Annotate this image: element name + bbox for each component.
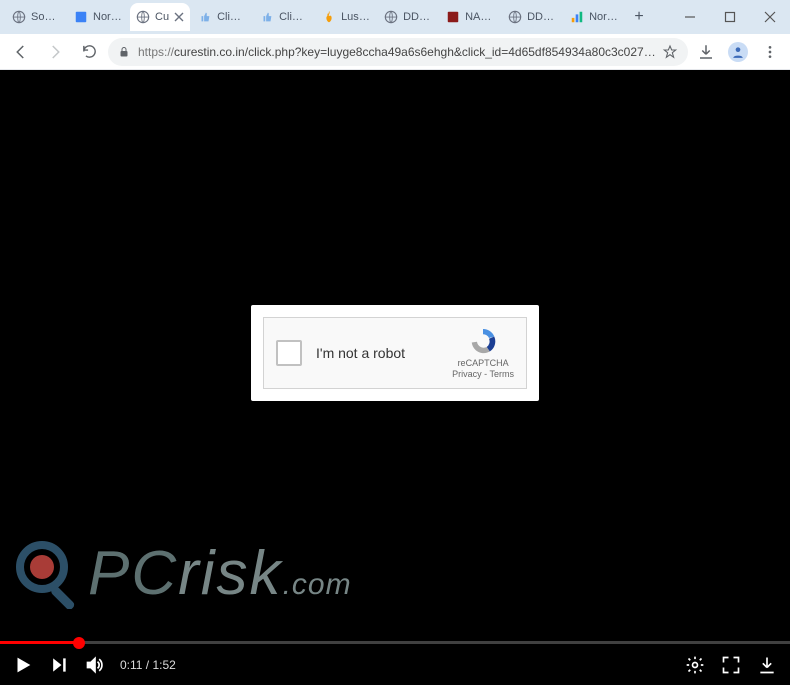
globe-icon [136, 10, 150, 24]
address-bar[interactable]: https://curestin.co.in/click.php?key=luy… [108, 38, 688, 66]
bookmark-star-icon[interactable] [662, 44, 678, 60]
video-duration: 1:52 [152, 658, 175, 672]
tab-item[interactable]: Click & [192, 3, 252, 31]
avatar-icon [728, 42, 748, 62]
video-controls: 0:11 / 1:52 [0, 645, 790, 685]
forward-button[interactable] [40, 37, 70, 67]
tab-strip: Sound Nortor Cu Click & Click & Lust G D… [0, 0, 670, 34]
thumbs-icon [260, 10, 274, 24]
download-video-button[interactable] [756, 654, 778, 676]
tab-label: Cu [155, 11, 169, 23]
settings-button[interactable] [684, 654, 706, 676]
watermark-part2: risk [178, 539, 282, 608]
thumbs-icon [198, 10, 212, 24]
url-text: https://curestin.co.in/click.php?key=luy… [138, 45, 656, 59]
square-icon [74, 10, 88, 24]
tab-label: DDOS [527, 11, 556, 23]
tab-item[interactable]: Nortor [68, 3, 128, 31]
video-time: 0:11 / 1:52 [120, 658, 176, 672]
tab-label: Nortor [93, 11, 122, 23]
lock-icon [118, 46, 132, 58]
play-button[interactable] [12, 654, 34, 676]
tab-label: DDOS [403, 11, 432, 23]
url-protocol: https:// [138, 45, 174, 59]
captcha-checkbox[interactable] [276, 340, 302, 366]
downloads-button[interactable] [692, 38, 720, 66]
video-time-sep: / [142, 658, 152, 672]
tab-item[interactable]: Click & [254, 3, 314, 31]
globe-icon [12, 10, 26, 24]
video-current-time: 0:11 [120, 658, 142, 672]
globe-icon [508, 10, 522, 24]
watermark: PCrisk.com [14, 538, 352, 609]
volume-button[interactable] [84, 654, 106, 676]
captcha-brand-name: reCAPTCHA [452, 358, 514, 369]
tab-label: Click & [217, 11, 246, 23]
square-icon [446, 10, 460, 24]
tab-label: Sound [31, 11, 60, 23]
window-titlebar: Sound Nortor Cu Click & Click & Lust G D… [0, 0, 790, 34]
reload-button[interactable] [74, 37, 104, 67]
minimize-button[interactable] [670, 2, 710, 32]
bars-icon [570, 10, 584, 24]
globe-icon [384, 10, 398, 24]
close-icon[interactable] [174, 12, 184, 22]
tab-label: NARA [465, 11, 494, 23]
next-button[interactable] [48, 654, 70, 676]
new-tab-button[interactable]: + [626, 4, 652, 30]
url-path: curestin.co.in/click.php?key=luyge8ccha4… [174, 45, 656, 59]
watermark-tld: .com [283, 568, 352, 601]
tab-item-active[interactable]: Cu [130, 3, 190, 31]
captcha-brand: reCAPTCHA Privacy - Terms [452, 326, 514, 380]
browser-toolbar: https://curestin.co.in/click.php?key=luy… [0, 34, 790, 70]
maximize-button[interactable] [710, 2, 750, 32]
menu-button[interactable] [756, 38, 784, 66]
back-button[interactable] [6, 37, 36, 67]
video-progress-played [0, 641, 79, 644]
tab-item[interactable]: DDOS [502, 3, 562, 31]
profile-button[interactable] [724, 38, 752, 66]
fullscreen-button[interactable] [720, 654, 742, 676]
tab-item[interactable]: DDOS [378, 3, 438, 31]
tab-label: Lust G [341, 11, 370, 23]
tab-item[interactable]: Nortor [564, 3, 624, 31]
magnifier-icon [14, 539, 84, 609]
tab-item[interactable]: Lust G [316, 3, 376, 31]
captcha-card: I'm not a robot reCAPTCHA Privacy - Term… [251, 305, 539, 401]
video-progress-bar[interactable] [0, 641, 790, 644]
tab-item[interactable]: NARA [440, 3, 500, 31]
tab-label: Nortor [589, 11, 618, 23]
watermark-text: PCrisk.com [88, 538, 352, 609]
window-controls [670, 0, 790, 34]
captcha-legal[interactable]: Privacy - Terms [452, 369, 514, 380]
captcha-label: I'm not a robot [316, 345, 438, 361]
tab-item[interactable]: Sound [6, 3, 66, 31]
tab-label: Click & [279, 11, 308, 23]
recaptcha-icon [468, 326, 498, 356]
page-content: I'm not a robot reCAPTCHA Privacy - Term… [0, 70, 790, 685]
flame-icon [322, 10, 336, 24]
captcha-widget: I'm not a robot reCAPTCHA Privacy - Term… [263, 317, 527, 389]
watermark-part1: PC [88, 539, 178, 608]
close-window-button[interactable] [750, 2, 790, 32]
